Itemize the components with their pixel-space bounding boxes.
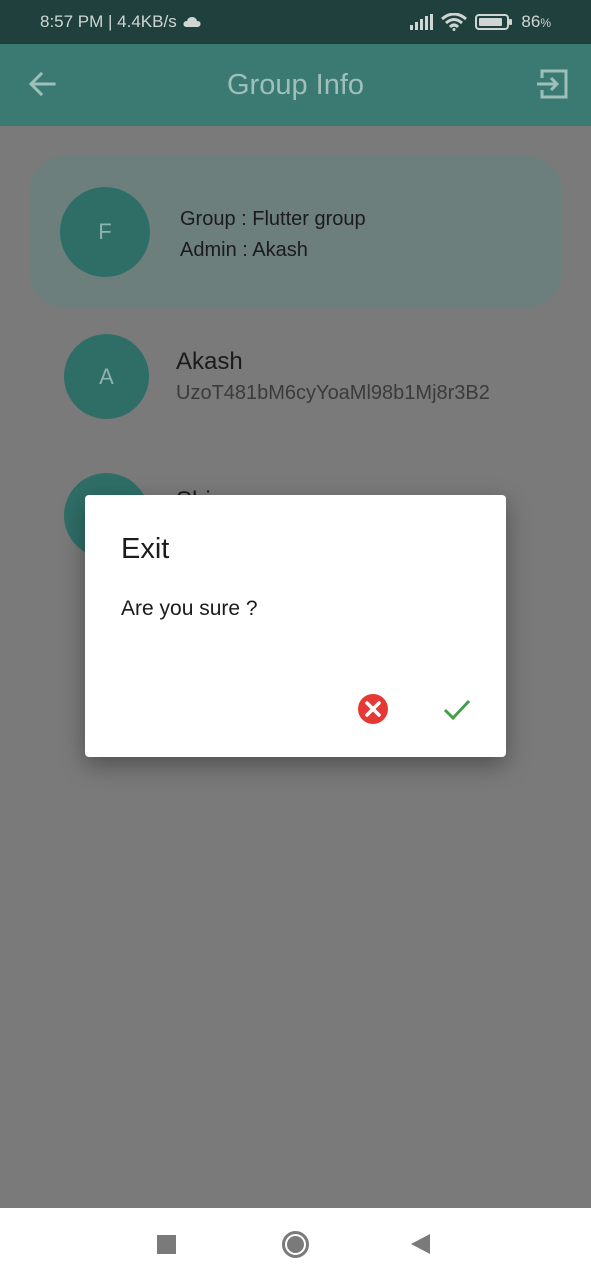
- dialog-message: Are you sure ?: [121, 597, 258, 620]
- battery-level: 86%: [521, 12, 551, 31]
- cloud-icon: [183, 17, 201, 27]
- group-card: F Group : Flutter group Admin : Akash: [30, 156, 561, 308]
- group-name: Group : Flutter group: [180, 208, 366, 230]
- back-icon[interactable]: [411, 1234, 430, 1254]
- member-name: Akash: [176, 348, 243, 375]
- member-list-item[interactable]: A Akash UzoT481bM6cyYoaMl98b1Mj8r3B2: [0, 334, 591, 424]
- app-bar: Group Info: [0, 44, 591, 126]
- status-right: 86%: [410, 12, 551, 32]
- signal-icon: [410, 14, 434, 30]
- status-bar: 8:57 PM | 4.4KB/s 86%: [0, 0, 591, 44]
- group-admin: Admin : Akash: [180, 239, 308, 261]
- member-avatar: A: [64, 334, 149, 419]
- check-icon: [443, 699, 471, 721]
- system-nav-bar: [0, 1208, 591, 1280]
- group-details: Group : Flutter group Admin : Akash: [180, 204, 366, 266]
- cancel-icon: [358, 694, 388, 724]
- recents-icon[interactable]: [157, 1235, 176, 1254]
- dialog-title: Exit: [121, 533, 170, 565]
- member-id: UzoT481bM6cyYoaMl98b1Mj8r3B2: [176, 382, 490, 404]
- home-icon[interactable]: [282, 1231, 309, 1258]
- exit-to-app-icon: [537, 69, 568, 99]
- battery-icon: [475, 14, 513, 30]
- back-button[interactable]: [26, 68, 58, 100]
- exit-dialog: Exit Are you sure ?: [85, 495, 506, 757]
- wifi-icon: [441, 13, 468, 31]
- exit-group-button[interactable]: [535, 66, 571, 102]
- status-left: 8:57 PM | 4.4KB/s: [40, 12, 201, 32]
- status-time-speed: 8:57 PM | 4.4KB/s: [40, 12, 177, 31]
- page-title: Group Info: [226, 68, 365, 101]
- arrow-left-icon: [28, 71, 56, 97]
- group-avatar: F: [60, 187, 150, 277]
- confirm-button[interactable]: [441, 693, 473, 725]
- cancel-button[interactable]: [357, 693, 389, 725]
